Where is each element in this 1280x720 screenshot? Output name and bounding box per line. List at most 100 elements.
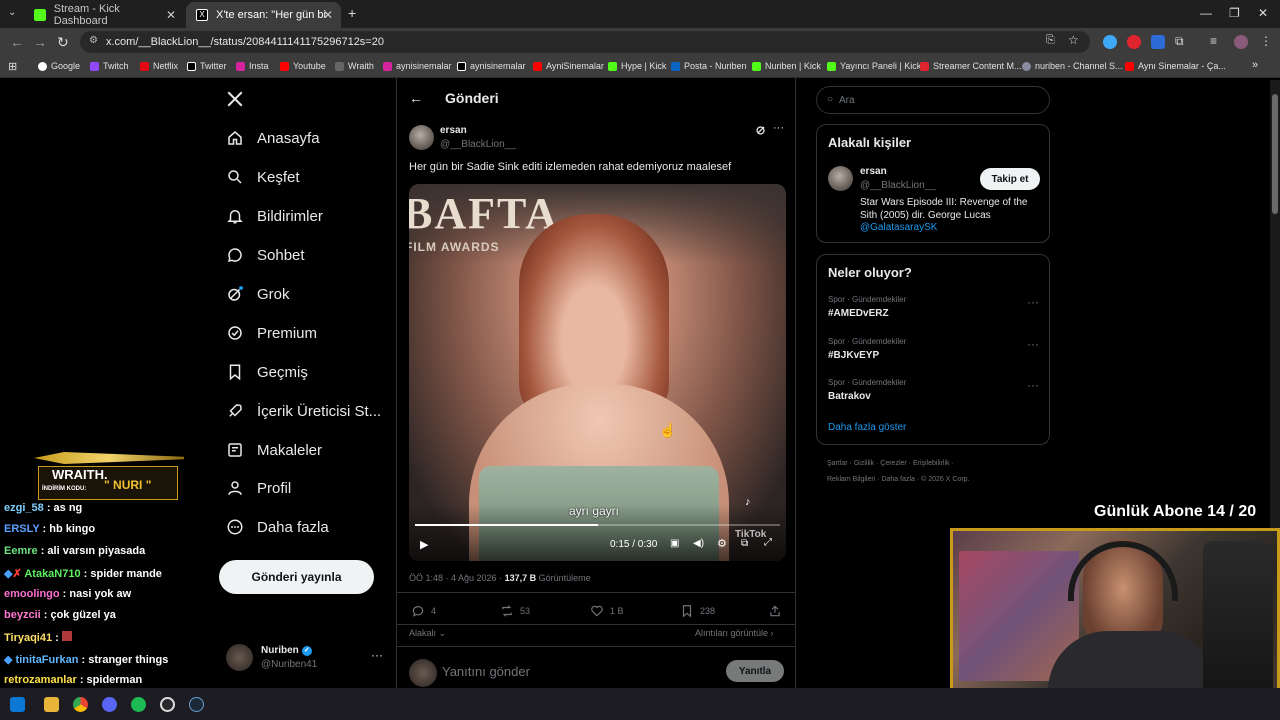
bookmark-item[interactable]: Youtube — [280, 61, 326, 71]
maximize-icon[interactable]: ❐ — [1229, 6, 1240, 20]
reply-button[interactable]: Yanıtla — [726, 660, 784, 682]
steam-icon[interactable] — [189, 697, 204, 712]
bookmark-item[interactable]: Google — [38, 61, 80, 71]
bookmark-item[interactable]: Yayıncı Paneli | Kick — [827, 61, 921, 71]
author-name[interactable]: ersan — [440, 125, 467, 136]
bookmark-item[interactable]: Wraith — [335, 61, 374, 71]
reply-action[interactable]: 4 — [411, 604, 436, 618]
more-bookmarks-icon[interactable]: » — [1252, 59, 1258, 71]
trend-item[interactable]: Spor · Gündemdekiler #AMEDvERZ ··· — [817, 295, 1049, 331]
site-info-icon[interactable]: ⚙ — [89, 35, 98, 46]
search-input[interactable]: ○ Ara — [816, 86, 1050, 114]
picture-in-picture-icon[interactable]: ⧉ — [741, 538, 748, 549]
follow-button[interactable]: Takip et — [980, 168, 1040, 190]
like-action[interactable]: 1 B — [590, 604, 624, 618]
share-action[interactable] — [768, 604, 788, 618]
tab-search-icon[interactable]: ⌄ — [8, 7, 16, 18]
sidebar-item-creator-studio[interactable]: İçerik Üreticisi St... — [226, 399, 381, 423]
extension-icon[interactable] — [1103, 35, 1117, 49]
install-icon[interactable]: ⎘ — [1046, 34, 1055, 47]
account-more-icon[interactable]: ··· — [371, 648, 383, 662]
chrome-icon[interactable] — [73, 697, 88, 712]
person-bio-link[interactable]: @GalatasaraySK — [860, 222, 937, 233]
trend-more-icon[interactable]: ··· — [1027, 337, 1039, 351]
bookmark-item[interactable]: Nuriben | Kick — [752, 61, 821, 71]
bookmark-item[interactable]: Aynı Sinemalar - Ça... — [1125, 61, 1226, 71]
bookmark-item[interactable]: Twitter — [187, 61, 227, 71]
tab-x-post[interactable]: X X'te ersan: "Her gün bir Sad ✕ — [186, 2, 341, 28]
person-avatar[interactable] — [828, 166, 853, 191]
reload-icon[interactable]: ↻ — [57, 34, 69, 51]
bookmark-item[interactable]: nuriben - Channel S... — [1022, 61, 1123, 71]
show-more-link[interactable]: Daha fazla göster — [828, 422, 906, 433]
account-switcher[interactable]: Nuriben ✓ @Nuriben41 ··· — [226, 644, 386, 674]
video-player[interactable]: BAFTA FILM AWARDS ayrı gayrı ♪ TikTok ▶ … — [409, 184, 786, 561]
sidebar-item-bookmarks[interactable]: Geçmiş — [226, 360, 308, 384]
sidebar-item-more[interactable]: Daha fazla — [226, 515, 329, 539]
close-tab-icon[interactable]: ✕ — [323, 8, 333, 22]
close-tab-icon[interactable]: ✕ — [166, 8, 176, 22]
sidebar-item-notifications[interactable]: Bildirimler — [226, 204, 323, 228]
bookmark-item[interactable]: aynisinemalar — [457, 61, 526, 71]
trend-more-icon[interactable]: ··· — [1027, 378, 1039, 392]
footer-links[interactable]: Reklam Bilgileri · Daha fazla · © 2026 X… — [827, 476, 970, 483]
media-control-icon[interactable]: ≡ — [1210, 34, 1217, 48]
extension-icon[interactable] — [1127, 35, 1141, 49]
sort-dropdown[interactable]: Alakalı ⌄ — [409, 628, 446, 639]
post-button[interactable]: Gönderi yayınla — [219, 560, 374, 594]
bookmark-item[interactable]: Insta — [236, 61, 269, 71]
trend-more-icon[interactable]: ··· — [1027, 295, 1039, 309]
fullscreen-icon[interactable]: ⤢ — [764, 537, 772, 548]
video-progress-track[interactable] — [415, 524, 780, 526]
sidebar-item-articles[interactable]: Makaleler — [226, 438, 322, 462]
settings-gear-icon[interactable]: ⚙ — [717, 537, 727, 550]
bookmark-item[interactable]: Hype | Kick — [608, 61, 666, 71]
person-handle[interactable]: @__BlackLion__ — [860, 180, 936, 191]
x-logo-icon[interactable] — [226, 90, 244, 108]
sidebar-item-profile[interactable]: Profil — [226, 476, 291, 500]
bookmark-item[interactable]: Streamer Content M... — [920, 61, 1022, 71]
bookmark-item[interactable]: AyniSinemalar — [533, 61, 604, 71]
sidebar-item-premium[interactable]: Premium — [226, 321, 317, 345]
obs-icon[interactable] — [160, 697, 175, 712]
spotify-icon[interactable] — [131, 697, 146, 712]
profile-avatar[interactable] — [1234, 35, 1248, 49]
extension-icon[interactable] — [1151, 35, 1165, 49]
bookmark-item[interactable]: Netflix — [140, 61, 178, 71]
sidebar-item-explore[interactable]: Keşfet — [226, 165, 300, 189]
discord-icon[interactable] — [102, 697, 117, 712]
person-name[interactable]: ersan — [860, 166, 887, 177]
repost-action[interactable]: 53 — [500, 604, 530, 618]
view-quotes-link[interactable]: Alıntıları görüntüle › — [695, 628, 774, 638]
sidebar-item-home[interactable]: Anasayfa — [226, 126, 320, 150]
bookmark-star-icon[interactable]: ☆ — [1068, 33, 1079, 47]
forward-icon[interactable]: → — [33, 34, 47, 50]
back-arrow-icon[interactable]: ← — [409, 90, 423, 106]
menu-kebab-icon[interactable]: ⋮ — [1260, 34, 1272, 48]
bookmark-action[interactable]: 238 — [680, 604, 715, 618]
bookmark-item[interactable]: Posta - Nuriben — [671, 61, 747, 71]
file-explorer-icon[interactable] — [44, 697, 59, 712]
play-icon[interactable]: ▶ — [420, 538, 428, 551]
bookmark-item[interactable]: Twitch — [90, 61, 129, 71]
scrollbar-thumb[interactable] — [1272, 94, 1278, 214]
bookmark-item[interactable]: aynisinemalar — [383, 61, 452, 71]
trend-item[interactable]: Spor · Gündemdekiler #BJKvEYP ··· — [817, 337, 1049, 373]
author-avatar[interactable] — [409, 125, 434, 150]
address-bar[interactable]: ⚙ x.com/__BlackLion__/status/20844111411… — [80, 31, 1090, 53]
author-handle[interactable]: @__BlackLion__ — [440, 139, 516, 150]
start-icon[interactable] — [10, 697, 25, 712]
sidebar-item-chat[interactable]: Sohbet — [226, 243, 305, 267]
apps-grid-icon[interactable]: ⊞ — [8, 60, 17, 73]
new-tab-button[interactable]: + — [348, 5, 356, 21]
sidebar-item-grok[interactable]: Grok — [226, 282, 290, 306]
grok-explain-icon[interactable] — [755, 124, 767, 136]
captions-icon[interactable]: ▣ — [670, 538, 679, 549]
extensions-puzzle-icon[interactable]: ⧉ — [1175, 34, 1184, 49]
volume-icon[interactable]: ◀) — [693, 538, 704, 549]
footer-links[interactable]: Şartlar · Gizlilik · Çerezler · Erişileb… — [827, 460, 954, 467]
trend-item[interactable]: Spor · Gündemdekiler Batrakov ··· — [817, 378, 1049, 414]
tab-kick-dashboard[interactable]: Stream - Kick Dashboard ✕ — [24, 2, 184, 28]
back-icon[interactable]: ← — [10, 34, 24, 50]
reply-input[interactable]: Yanıtını gönder — [442, 664, 530, 679]
